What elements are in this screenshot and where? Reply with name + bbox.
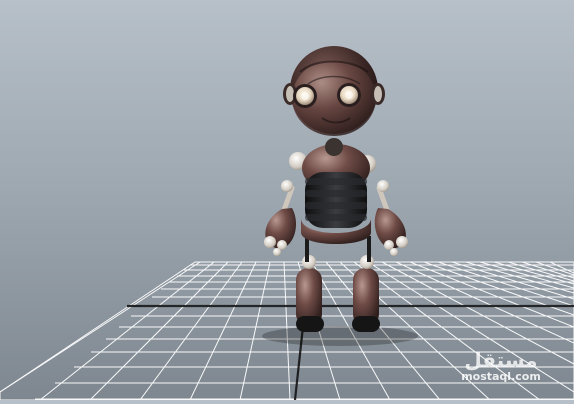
3d-viewport[interactable]: مستقل mostaql.com [0, 0, 574, 401]
robot-torso [300, 138, 372, 244]
viewport-scene [0, 46, 574, 401]
watermark-main: مستقل [464, 348, 538, 372]
watermark: مستقل mostaql.com [446, 348, 556, 388]
robot-legs [296, 268, 380, 332]
watermark-sub: mostaql.com [461, 370, 541, 383]
robot-head [283, 46, 385, 136]
robot-shadow [262, 326, 418, 346]
